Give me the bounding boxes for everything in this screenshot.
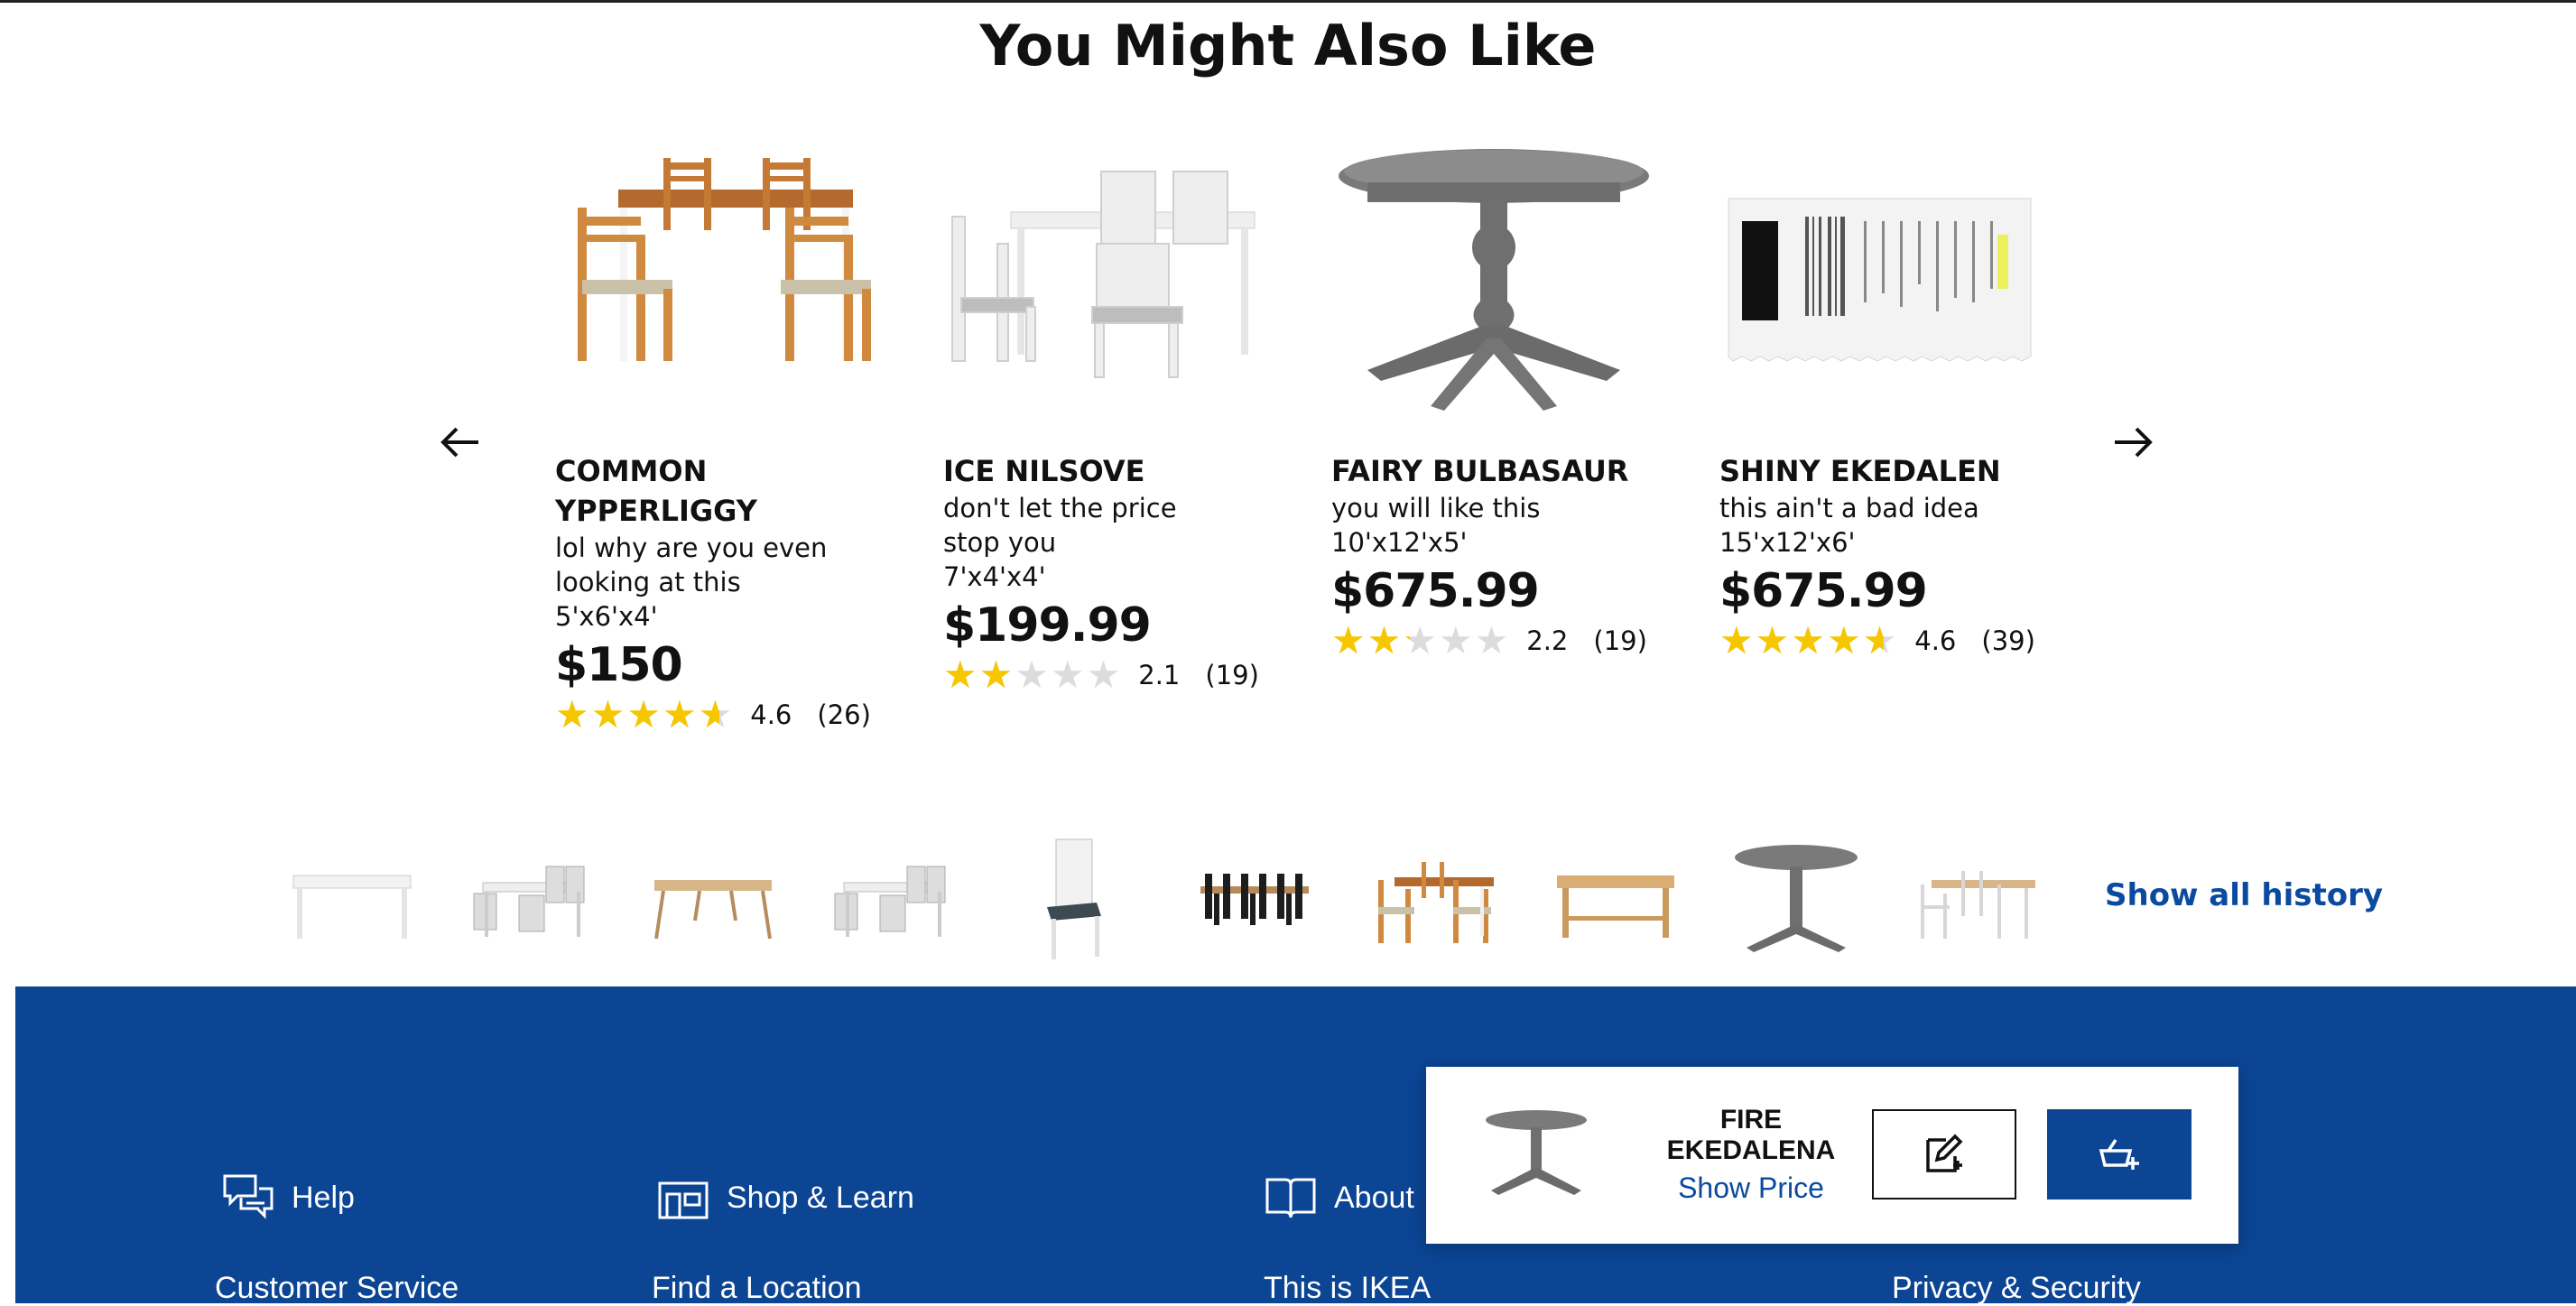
star-rating-icon: ★★★★★★★★★★ [555,692,735,736]
sticky-product-name: FIRE EKEDALENA [1666,1105,1836,1165]
product-price: $150 [555,638,683,692]
product-description: lol why are you even looking at this [555,533,828,597]
star-rating-icon: ★★★★★★★★★★ [1331,618,1511,662]
product-price: $199.99 [943,598,1152,653]
history-thumb-wooden-dining-set[interactable] [1367,830,1503,966]
product-description: you will like this [1331,493,1541,523]
book-icon [1264,1171,1318,1225]
review-count: (19) [1205,660,1259,690]
review-count: (39) [1981,625,2035,656]
rating-score: 2.2 [1526,625,1569,656]
footer-heading-help[interactable]: Help [221,1171,355,1225]
review-count: (26) [817,699,871,730]
history-thumb-white-chair[interactable] [1006,830,1142,966]
edit-note-icon [1926,1134,1963,1172]
product-image-wooden-dining-set[interactable] [555,144,880,415]
product-rating: ★★★★★ ★★★★★ 4.6 (26) [555,695,916,735]
footer-link-privacy-security[interactable]: Privacy & Security [1892,1271,2141,1306]
star-rating-icon: ★★★★★★★★★★ [1719,618,1899,662]
history-thumb-white-wood-dining-set[interactable] [1909,830,2044,966]
product-dimensions: 15'x12'x6' [1719,527,1856,558]
review-count: (19) [1593,625,1647,656]
history-thumb-light-wood-table[interactable] [645,830,781,966]
product-card[interactable]: COMMON YPPERLIGGY lol why are you even l… [555,144,916,735]
add-to-list-button[interactable] [1872,1109,2016,1199]
arrow-left-icon [440,427,478,458]
history-thumb-white-dining-set[interactable] [826,830,961,966]
sticky-product-bar: FIRE EKEDALENA Show Price [1426,1067,2238,1244]
footer-link-find-location[interactable]: Find a Location [652,1271,862,1306]
product-image-white-dining-set[interactable] [943,144,1268,415]
product-card[interactable]: SHINY EKEDALEN this ain't a bad idea 15'… [1719,144,2080,661]
product-rating: ★★★★★ ★★★★★ 4.6 (39) [1719,621,2080,661]
product-description: don't let the price stop you [943,493,1177,558]
footer-link-customer-service[interactable]: Customer Service [215,1271,459,1306]
product-image-grey-round-table[interactable] [1331,144,1656,415]
product-image-receipt[interactable] [1719,144,2044,415]
rating-score: 4.6 [750,699,792,730]
star-rating-icon: ★★★★★★★★★★ [943,653,1123,697]
history-thumb-white-table[interactable] [284,830,420,966]
show-price-link[interactable]: Show Price [1643,1172,1859,1205]
product-card[interactable]: ICE NILSOVE don't let the price stop you… [943,144,1304,695]
footer-heading-label: Help [292,1180,355,1215]
footer-column-help: Help [221,1171,355,1225]
footer-column-shop: Shop & Learn [656,1171,914,1225]
product-price: $675.99 [1331,564,1540,618]
product-name[interactable]: ICE NILSOVE [943,451,1250,491]
product-name[interactable]: FAIRY BULBASAUR [1331,451,1638,491]
product-description: this ain't a bad idea [1719,493,1979,523]
product-name[interactable]: COMMON YPPERLIGGY [555,451,862,531]
rating-score: 4.6 [1914,625,1957,656]
rating-score: 2.1 [1138,660,1181,690]
footer-heading-label: Shop & Learn [727,1180,914,1215]
history-thumb-grey-round-table[interactable] [1728,830,1864,966]
footer-heading-shop[interactable]: Shop & Learn [656,1171,914,1225]
footer-heading-label: About [1334,1180,1414,1215]
section-title: You Might Also Like [979,13,1597,79]
carousel-prev-button[interactable] [429,411,492,474]
product-price: $675.99 [1719,564,1928,618]
product-carousel: COMMON YPPERLIGGY lol why are you even l… [555,144,2090,758]
history-thumb-pine-table[interactable] [1548,830,1683,966]
history-thumb-white-dining-set[interactable] [465,830,600,966]
add-to-cart-button[interactable] [2047,1109,2191,1199]
store-icon [656,1171,710,1225]
footer-heading-about[interactable]: About [1264,1171,1414,1225]
recently-viewed-history [271,830,2347,966]
footer-column-about: About [1264,1171,1414,1225]
product-dimensions: 7'x4'x4' [943,561,1046,592]
product-rating: ★★★★★★★★★★ 2.1 (19) [943,655,1304,695]
chat-icon [221,1171,275,1225]
top-divider [0,0,2576,3]
carousel-next-button[interactable] [2101,411,2164,474]
show-all-history-link[interactable]: Show all history [2105,877,2383,913]
history-thumb-black-dining-set[interactable] [1187,830,1322,966]
product-rating: ★★★★★★★★★★ 2.2 (19) [1331,621,1692,661]
arrow-right-icon [2115,427,2153,458]
product-card[interactable]: FAIRY BULBASAUR you will like this 10'x1… [1331,144,1692,661]
product-dimensions: 10'x12'x5' [1331,527,1468,558]
sticky-product-image [1480,1107,1593,1202]
product-dimensions: 5'x6'x4' [555,601,658,632]
product-name[interactable]: SHINY EKEDALEN [1719,451,2026,491]
cart-add-icon [2099,1139,2139,1170]
footer-link-this-is-ikea[interactable]: This is IKEA [1264,1271,1431,1306]
